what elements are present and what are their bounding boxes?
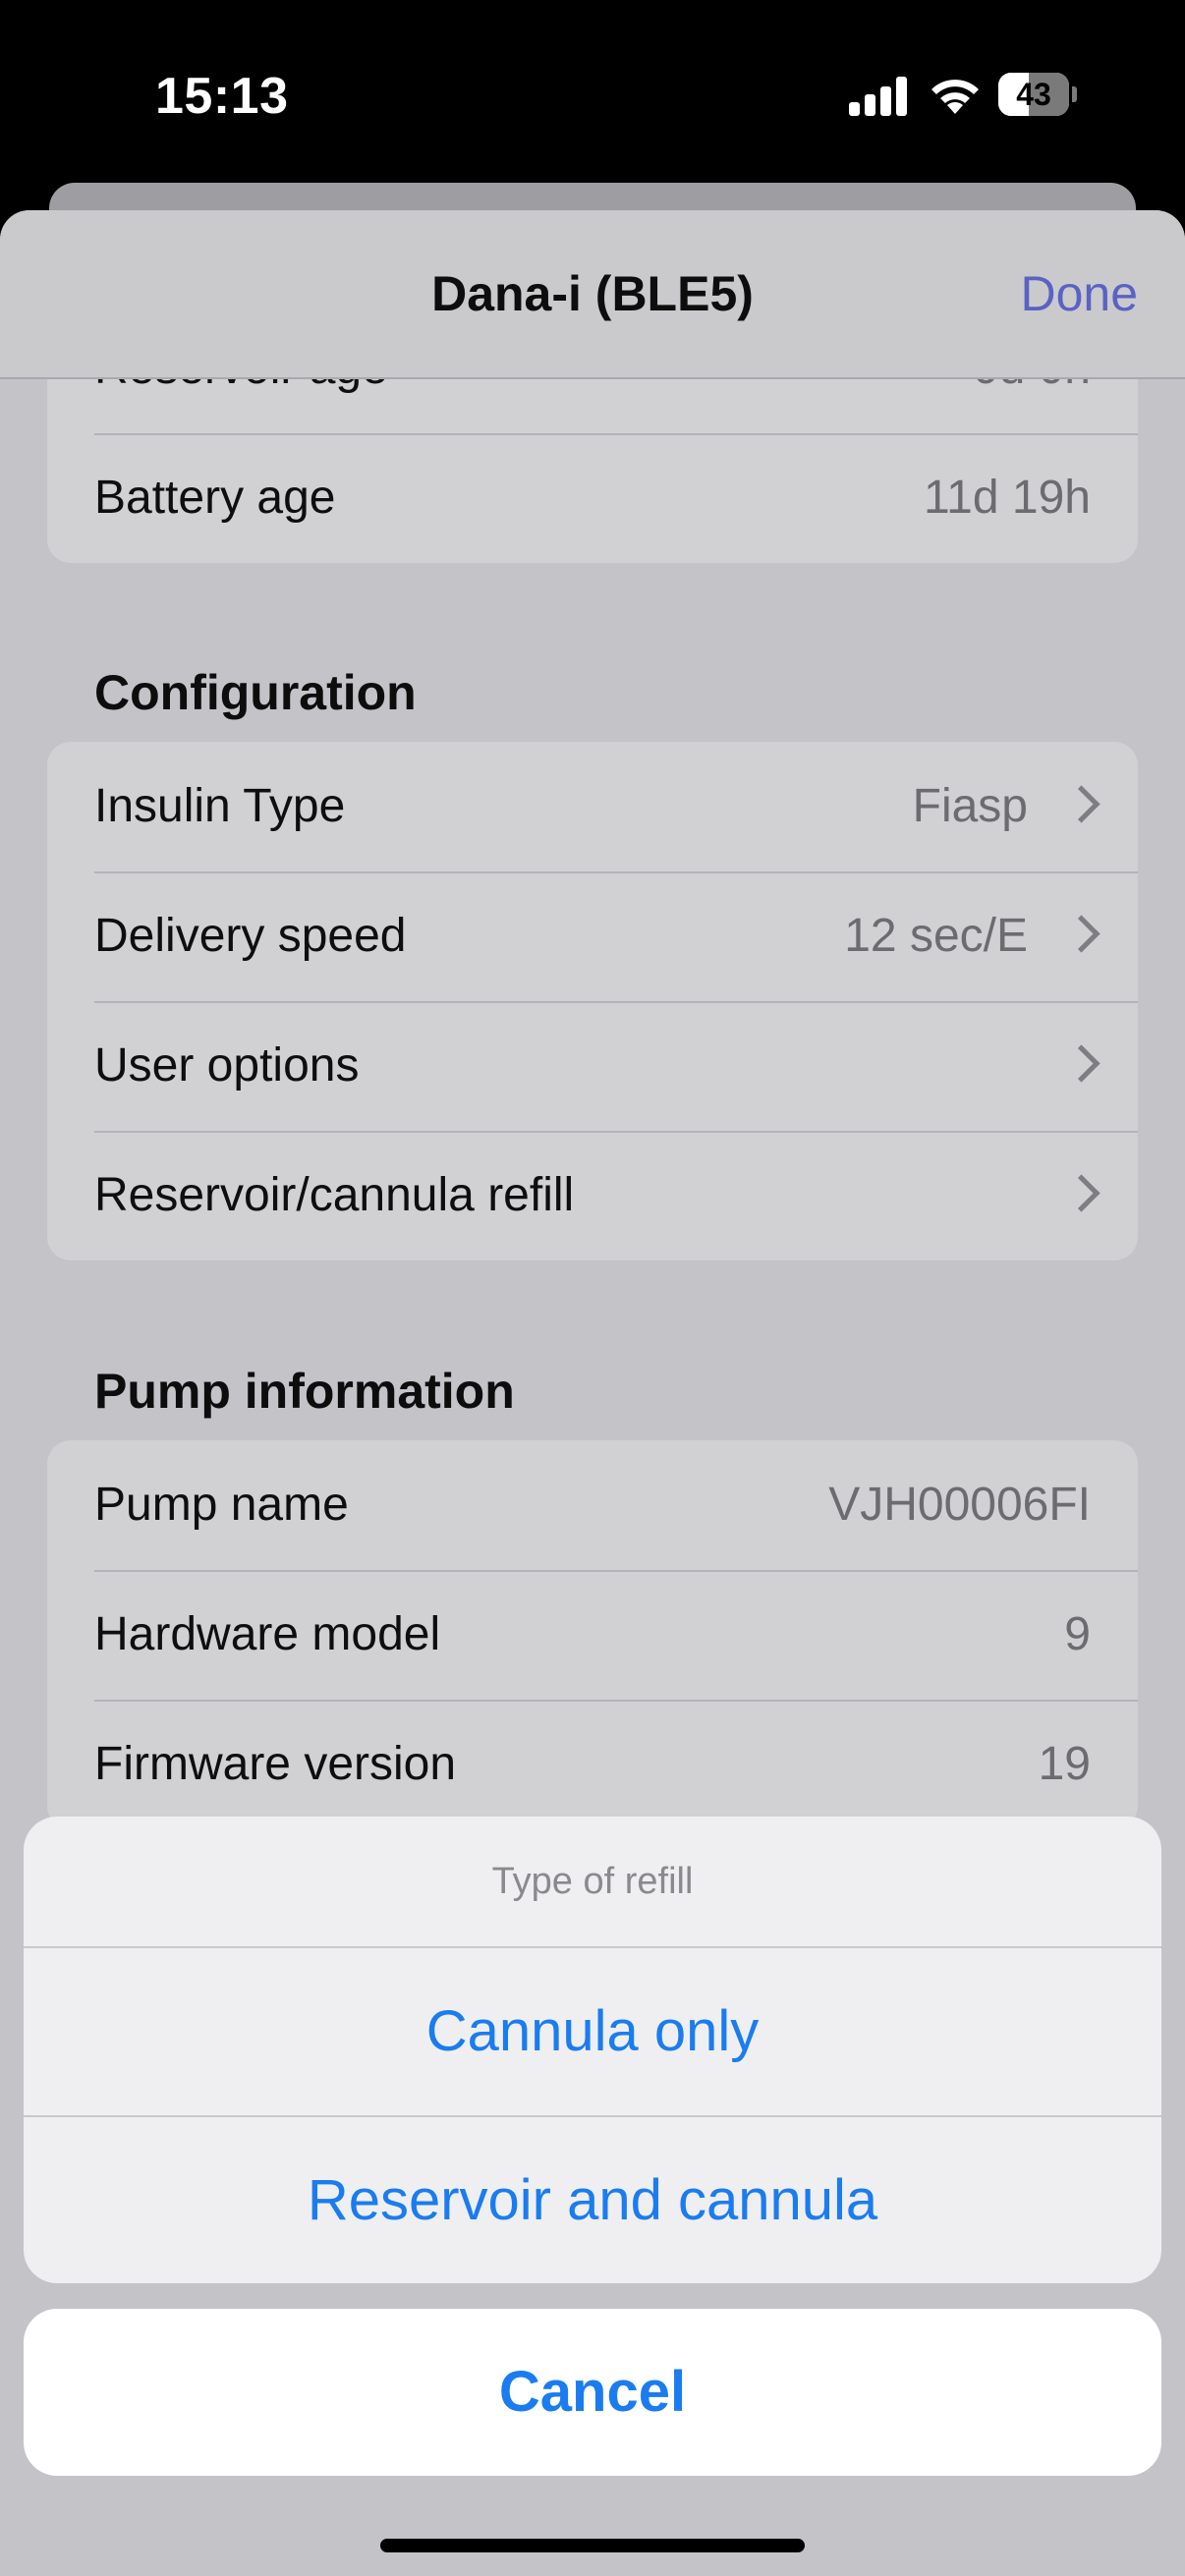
status-bar: 15:13 43 [0, 0, 1185, 187]
cellular-signal-icon [849, 77, 908, 116]
cancel-button[interactable]: Cancel [24, 2309, 1161, 2476]
row-label: Battery age [94, 472, 336, 524]
list-row-pump-name: Pump name VJH00006FI [47, 1440, 1138, 1570]
list-row-battery-age: Battery age 11d 19h [47, 433, 1138, 563]
navigation-bar: Dana-i (BLE5) Done [0, 210, 1185, 379]
row-value: Fiasp [912, 780, 1028, 832]
row-value: 19 [1038, 1738, 1091, 1790]
section-header-configuration: Configuration [94, 665, 417, 720]
pump-information-group: Pump name VJH00006FI Hardware model 9 Fi… [47, 1440, 1138, 1829]
done-button[interactable]: Done [1020, 265, 1138, 322]
home-indicator[interactable] [380, 2539, 805, 2552]
wifi-icon [931, 80, 979, 114]
chevron-right-icon [1062, 1044, 1100, 1083]
list-row-delivery-speed[interactable]: Delivery speed 12 sec/E [47, 871, 1138, 1001]
row-value: VJH00006FI [828, 1479, 1091, 1531]
row-label: Insulin Type [94, 780, 346, 832]
battery-icon: 43 [998, 73, 1077, 116]
page-title: Dana-i (BLE5) [431, 266, 754, 321]
row-value: 11d 19h [924, 472, 1091, 524]
reservoir-and-cannula-button[interactable]: Reservoir and cannula [24, 2115, 1161, 2283]
battery-percent: 43 [1016, 77, 1051, 112]
chevron-right-icon [1062, 915, 1100, 953]
row-label: Hardware model [94, 1608, 441, 1660]
list-row-user-options[interactable]: User options [47, 1001, 1138, 1131]
list-row-firmware-version: Firmware version 19 [47, 1700, 1138, 1829]
chevron-right-icon [1062, 785, 1100, 823]
row-label: Firmware version [94, 1738, 457, 1790]
list-row-insulin-type[interactable]: Insulin Type Fiasp [47, 742, 1138, 871]
configuration-group: Insulin Type Fiasp Delivery speed 12 sec… [47, 742, 1138, 1260]
action-sheet-title: Type of refill [491, 1861, 694, 1902]
refill-action-sheet: Type of refill Cannula only Reservoir an… [24, 1817, 1161, 2283]
row-value: 9 [1064, 1608, 1091, 1660]
list-row-reservoir-cannula-refill[interactable]: Reservoir/cannula refill [47, 1131, 1138, 1260]
row-label: User options [94, 1039, 360, 1092]
row-label: Delivery speed [94, 910, 407, 962]
section-header-pump-information: Pump information [94, 1364, 515, 1419]
list-row-hardware-model: Hardware model 9 [47, 1570, 1138, 1700]
row-value: 12 sec/E [844, 910, 1028, 962]
cannula-only-button[interactable]: Cannula only [24, 1946, 1161, 2115]
row-label: Pump name [94, 1479, 349, 1531]
status-time: 15:13 [155, 68, 289, 125]
row-label: Reservoir/cannula refill [94, 1169, 575, 1221]
chevron-right-icon [1062, 1174, 1100, 1212]
